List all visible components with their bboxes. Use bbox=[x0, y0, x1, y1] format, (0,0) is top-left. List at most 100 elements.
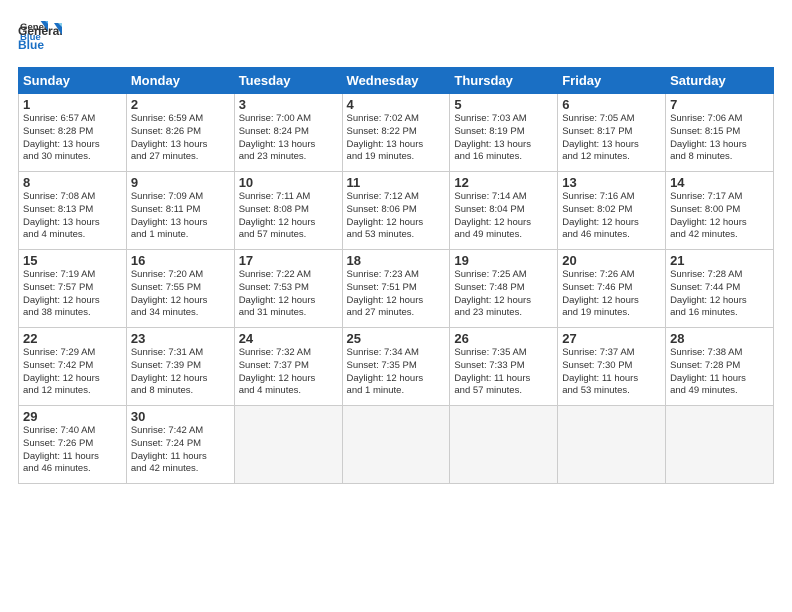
calendar-cell bbox=[450, 406, 558, 484]
day-number: 15 bbox=[23, 253, 122, 268]
calendar-cell bbox=[666, 406, 774, 484]
cell-text: Sunrise: 7:19 AMSunset: 7:57 PMDaylight:… bbox=[23, 269, 122, 320]
day-number: 18 bbox=[347, 253, 446, 268]
day-number: 17 bbox=[239, 253, 338, 268]
calendar-week-1: 1Sunrise: 6:57 AMSunset: 8:28 PMDaylight… bbox=[19, 94, 774, 172]
cell-text: Sunrise: 7:11 AMSunset: 8:08 PMDaylight:… bbox=[239, 191, 338, 242]
calendar-cell: 12Sunrise: 7:14 AMSunset: 8:04 PMDayligh… bbox=[450, 172, 558, 250]
day-number: 5 bbox=[454, 97, 553, 112]
cell-text: Sunrise: 7:42 AMSunset: 7:24 PMDaylight:… bbox=[131, 425, 230, 476]
calendar-cell: 24Sunrise: 7:32 AMSunset: 7:37 PMDayligh… bbox=[234, 328, 342, 406]
calendar-week-5: 29Sunrise: 7:40 AMSunset: 7:26 PMDayligh… bbox=[19, 406, 774, 484]
calendar-cell: 16Sunrise: 7:20 AMSunset: 7:55 PMDayligh… bbox=[126, 250, 234, 328]
cell-text: Sunrise: 7:34 AMSunset: 7:35 PMDaylight:… bbox=[347, 347, 446, 398]
day-number: 2 bbox=[131, 97, 230, 112]
calendar-cell: 4Sunrise: 7:02 AMSunset: 8:22 PMDaylight… bbox=[342, 94, 450, 172]
day-number: 29 bbox=[23, 409, 122, 424]
day-number: 16 bbox=[131, 253, 230, 268]
day-number: 30 bbox=[131, 409, 230, 424]
cell-text: Sunrise: 7:29 AMSunset: 7:42 PMDaylight:… bbox=[23, 347, 122, 398]
day-number: 25 bbox=[347, 331, 446, 346]
day-number: 23 bbox=[131, 331, 230, 346]
cell-text: Sunrise: 7:05 AMSunset: 8:17 PMDaylight:… bbox=[562, 113, 661, 164]
calendar-cell: 26Sunrise: 7:35 AMSunset: 7:33 PMDayligh… bbox=[450, 328, 558, 406]
calendar-cell: 25Sunrise: 7:34 AMSunset: 7:35 PMDayligh… bbox=[342, 328, 450, 406]
day-number: 4 bbox=[347, 97, 446, 112]
calendar-cell: 21Sunrise: 7:28 AMSunset: 7:44 PMDayligh… bbox=[666, 250, 774, 328]
calendar-cell: 5Sunrise: 7:03 AMSunset: 8:19 PMDaylight… bbox=[450, 94, 558, 172]
calendar-week-4: 22Sunrise: 7:29 AMSunset: 7:42 PMDayligh… bbox=[19, 328, 774, 406]
calendar-cell: 28Sunrise: 7:38 AMSunset: 7:28 PMDayligh… bbox=[666, 328, 774, 406]
calendar-cell: 13Sunrise: 7:16 AMSunset: 8:02 PMDayligh… bbox=[558, 172, 666, 250]
cell-text: Sunrise: 7:26 AMSunset: 7:46 PMDaylight:… bbox=[562, 269, 661, 320]
day-number: 26 bbox=[454, 331, 553, 346]
day-number: 22 bbox=[23, 331, 122, 346]
calendar-cell bbox=[558, 406, 666, 484]
weekday-header-saturday: Saturday bbox=[666, 68, 774, 94]
day-number: 20 bbox=[562, 253, 661, 268]
calendar-cell: 30Sunrise: 7:42 AMSunset: 7:24 PMDayligh… bbox=[126, 406, 234, 484]
cell-text: Sunrise: 6:57 AMSunset: 8:28 PMDaylight:… bbox=[23, 113, 122, 164]
cell-text: Sunrise: 7:08 AMSunset: 8:13 PMDaylight:… bbox=[23, 191, 122, 242]
cell-text: Sunrise: 7:12 AMSunset: 8:06 PMDaylight:… bbox=[347, 191, 446, 242]
calendar-cell: 22Sunrise: 7:29 AMSunset: 7:42 PMDayligh… bbox=[19, 328, 127, 406]
calendar-cell: 18Sunrise: 7:23 AMSunset: 7:51 PMDayligh… bbox=[342, 250, 450, 328]
svg-text:Blue: Blue bbox=[18, 38, 44, 52]
cell-text: Sunrise: 7:00 AMSunset: 8:24 PMDaylight:… bbox=[239, 113, 338, 164]
calendar-cell: 8Sunrise: 7:08 AMSunset: 8:13 PMDaylight… bbox=[19, 172, 127, 250]
day-number: 6 bbox=[562, 97, 661, 112]
cell-text: Sunrise: 7:22 AMSunset: 7:53 PMDaylight:… bbox=[239, 269, 338, 320]
calendar-cell: 7Sunrise: 7:06 AMSunset: 8:15 PMDaylight… bbox=[666, 94, 774, 172]
day-number: 13 bbox=[562, 175, 661, 190]
calendar-table: SundayMondayTuesdayWednesdayThursdayFrid… bbox=[18, 67, 774, 484]
day-number: 19 bbox=[454, 253, 553, 268]
calendar-cell: 10Sunrise: 7:11 AMSunset: 8:08 PMDayligh… bbox=[234, 172, 342, 250]
cell-text: Sunrise: 7:40 AMSunset: 7:26 PMDaylight:… bbox=[23, 425, 122, 476]
calendar-cell: 20Sunrise: 7:26 AMSunset: 7:46 PMDayligh… bbox=[558, 250, 666, 328]
cell-text: Sunrise: 7:28 AMSunset: 7:44 PMDaylight:… bbox=[670, 269, 769, 320]
weekday-header-wednesday: Wednesday bbox=[342, 68, 450, 94]
logo: General Blue General Blue bbox=[18, 18, 62, 57]
cell-text: Sunrise: 7:32 AMSunset: 7:37 PMDaylight:… bbox=[239, 347, 338, 398]
calendar-cell: 2Sunrise: 6:59 AMSunset: 8:26 PMDaylight… bbox=[126, 94, 234, 172]
day-number: 1 bbox=[23, 97, 122, 112]
cell-text: Sunrise: 7:09 AMSunset: 8:11 PMDaylight:… bbox=[131, 191, 230, 242]
cell-text: Sunrise: 7:37 AMSunset: 7:30 PMDaylight:… bbox=[562, 347, 661, 398]
calendar-cell: 6Sunrise: 7:05 AMSunset: 8:17 PMDaylight… bbox=[558, 94, 666, 172]
logo-svg: General Blue bbox=[18, 21, 62, 57]
day-number: 9 bbox=[131, 175, 230, 190]
cell-text: Sunrise: 7:20 AMSunset: 7:55 PMDaylight:… bbox=[131, 269, 230, 320]
day-number: 7 bbox=[670, 97, 769, 112]
calendar-cell: 11Sunrise: 7:12 AMSunset: 8:06 PMDayligh… bbox=[342, 172, 450, 250]
cell-text: Sunrise: 7:02 AMSunset: 8:22 PMDaylight:… bbox=[347, 113, 446, 164]
weekday-header-tuesday: Tuesday bbox=[234, 68, 342, 94]
cell-text: Sunrise: 7:35 AMSunset: 7:33 PMDaylight:… bbox=[454, 347, 553, 398]
weekday-header-row: SundayMondayTuesdayWednesdayThursdayFrid… bbox=[19, 68, 774, 94]
calendar-cell: 14Sunrise: 7:17 AMSunset: 8:00 PMDayligh… bbox=[666, 172, 774, 250]
day-number: 11 bbox=[347, 175, 446, 190]
weekday-header-sunday: Sunday bbox=[19, 68, 127, 94]
cell-text: Sunrise: 7:23 AMSunset: 7:51 PMDaylight:… bbox=[347, 269, 446, 320]
calendar-week-2: 8Sunrise: 7:08 AMSunset: 8:13 PMDaylight… bbox=[19, 172, 774, 250]
calendar-cell: 17Sunrise: 7:22 AMSunset: 7:53 PMDayligh… bbox=[234, 250, 342, 328]
calendar-cell: 9Sunrise: 7:09 AMSunset: 8:11 PMDaylight… bbox=[126, 172, 234, 250]
calendar-cell: 15Sunrise: 7:19 AMSunset: 7:57 PMDayligh… bbox=[19, 250, 127, 328]
day-number: 12 bbox=[454, 175, 553, 190]
calendar-cell bbox=[234, 406, 342, 484]
day-number: 8 bbox=[23, 175, 122, 190]
calendar-cell: 23Sunrise: 7:31 AMSunset: 7:39 PMDayligh… bbox=[126, 328, 234, 406]
cell-text: Sunrise: 7:31 AMSunset: 7:39 PMDaylight:… bbox=[131, 347, 230, 398]
calendar-cell: 29Sunrise: 7:40 AMSunset: 7:26 PMDayligh… bbox=[19, 406, 127, 484]
weekday-header-friday: Friday bbox=[558, 68, 666, 94]
cell-text: Sunrise: 7:16 AMSunset: 8:02 PMDaylight:… bbox=[562, 191, 661, 242]
cell-text: Sunrise: 7:03 AMSunset: 8:19 PMDaylight:… bbox=[454, 113, 553, 164]
day-number: 3 bbox=[239, 97, 338, 112]
cell-text: Sunrise: 7:25 AMSunset: 7:48 PMDaylight:… bbox=[454, 269, 553, 320]
day-number: 14 bbox=[670, 175, 769, 190]
calendar-cell: 1Sunrise: 6:57 AMSunset: 8:28 PMDaylight… bbox=[19, 94, 127, 172]
day-number: 24 bbox=[239, 331, 338, 346]
day-number: 27 bbox=[562, 331, 661, 346]
day-number: 10 bbox=[239, 175, 338, 190]
calendar-cell bbox=[342, 406, 450, 484]
cell-text: Sunrise: 7:38 AMSunset: 7:28 PMDaylight:… bbox=[670, 347, 769, 398]
